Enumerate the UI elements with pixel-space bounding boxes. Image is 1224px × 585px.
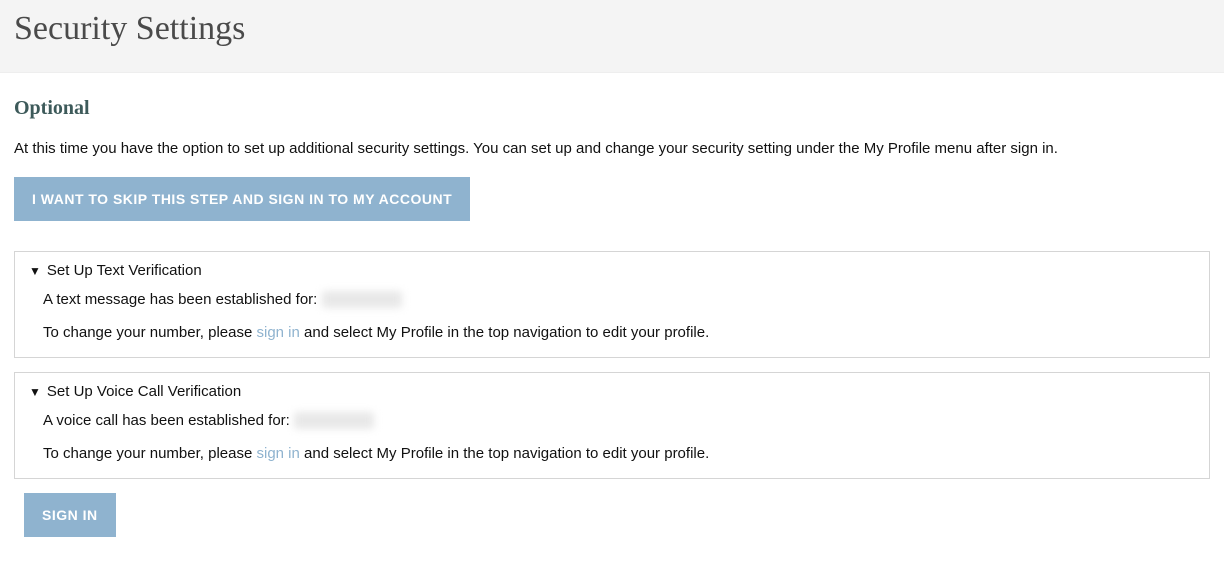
text-verification-established-prefix: A text message has been established for:	[43, 291, 322, 308]
voice-verification-panel: ▼ Set Up Voice Call Verification A voice…	[14, 372, 1210, 479]
text-verification-panel: ▼ Set Up Text Verification A text messag…	[14, 251, 1210, 358]
text-verification-change-line: To change your number, please sign in an…	[43, 324, 1195, 341]
text-verification-change-prefix: To change your number, please	[43, 324, 256, 341]
sign-in-button[interactable]: SIGN IN	[24, 493, 116, 537]
skip-button[interactable]: I WANT TO SKIP THIS STEP AND SIGN IN TO …	[14, 177, 470, 221]
voice-verification-change-prefix: To change your number, please	[43, 445, 256, 462]
optional-heading: Optional	[14, 97, 1210, 120]
text-verification-title: Set Up Text Verification	[47, 262, 202, 279]
voice-verification-established: A voice call has been established for: (…	[43, 412, 1195, 429]
panels-container: ▼ Set Up Text Verification A text messag…	[14, 251, 1210, 479]
voice-verification-change-suffix: and select My Profile in the top navigat…	[304, 445, 709, 462]
content-area: Optional At this time you have the optio…	[0, 73, 1224, 561]
chevron-down-icon: ▼	[29, 264, 41, 278]
voice-verification-signin-link[interactable]: sign in	[256, 445, 299, 462]
header-bar: Security Settings	[0, 0, 1224, 73]
text-verification-change-suffix: and select My Profile in the top navigat…	[304, 324, 709, 341]
sign-in-wrap: SIGN IN	[14, 493, 1210, 537]
voice-verification-established-prefix: A voice call has been established for:	[43, 412, 294, 429]
text-verification-masked-number: (redacted)	[322, 291, 402, 308]
voice-verification-title: Set Up Voice Call Verification	[47, 383, 241, 400]
text-verification-established: A text message has been established for:…	[43, 291, 1195, 308]
text-verification-toggle[interactable]: ▼ Set Up Text Verification	[29, 262, 1195, 279]
voice-verification-change-line: To change your number, please sign in an…	[43, 445, 1195, 462]
chevron-down-icon: ▼	[29, 385, 41, 399]
voice-verification-masked-number: (redacted)	[294, 412, 374, 429]
page-title: Security Settings	[14, 10, 1210, 48]
voice-verification-toggle[interactable]: ▼ Set Up Voice Call Verification	[29, 383, 1195, 400]
optional-intro-text: At this time you have the option to set …	[14, 138, 1210, 159]
text-verification-signin-link[interactable]: sign in	[256, 324, 299, 341]
